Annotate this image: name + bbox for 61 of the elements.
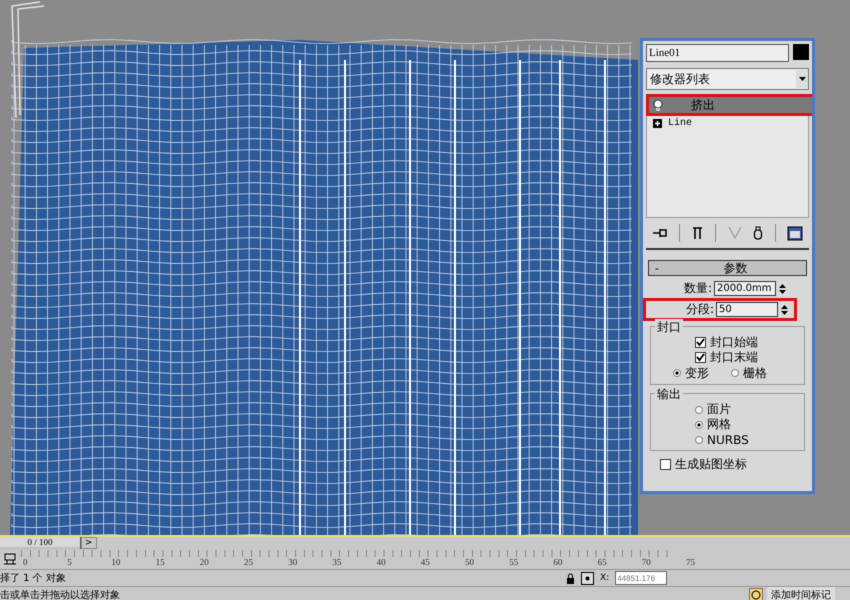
radio-label: 栅格 <box>743 364 767 382</box>
radio-button[interactable] <box>695 420 703 428</box>
parameters-rollout-header[interactable]: - 参数 <box>648 260 807 276</box>
radio-label: NURBS <box>707 432 749 446</box>
tick-label: 30 <box>288 557 298 567</box>
tick-label: 5 <box>67 557 72 567</box>
tick-label: 15 <box>156 557 165 567</box>
absolute-mode-icon[interactable] <box>581 572 594 584</box>
prompt-text: 击或单击并拖动以选择对象 <box>0 588 121 600</box>
add-time-tag-button[interactable]: 添加时间标记 <box>767 587 835 600</box>
checkbox[interactable] <box>660 459 671 470</box>
tick-label: 20 <box>200 557 209 567</box>
modifier-list-dropdown[interactable]: 修改器列表 <box>646 68 809 90</box>
amount-field[interactable]: 2000.0mm <box>714 281 776 296</box>
selection-status: 择了 1 个 对象 <box>0 572 67 585</box>
tick-label: 10 <box>111 557 120 567</box>
tick-label: 35 <box>332 557 342 567</box>
x-coordinate-label: X: <box>600 573 610 583</box>
checkbox[interactable] <box>695 337 706 348</box>
tick-label: 65 <box>598 557 607 567</box>
tick-label: 40 <box>376 557 386 567</box>
tick-label: 75 <box>686 557 695 567</box>
radio-button[interactable] <box>695 406 703 414</box>
segments-field[interactable]: 50 <box>716 302 778 317</box>
spinner-icon[interactable] <box>778 282 787 296</box>
radio-label: 网格 <box>707 416 731 433</box>
track-icon[interactable] <box>3 552 19 566</box>
bulb-icon <box>653 99 663 111</box>
tick-label: 45 <box>420 557 430 567</box>
configure-icon[interactable] <box>787 226 804 240</box>
tick-label: 0 <box>23 557 28 567</box>
tick-label: 25 <box>244 557 253 567</box>
spinner-icon[interactable] <box>780 302 789 316</box>
group-title: 输出 <box>655 386 683 403</box>
tick-label: 70 <box>642 557 651 567</box>
radio-button[interactable] <box>731 369 739 377</box>
checkbox-label: 封口末端 <box>710 349 758 366</box>
pin-icon[interactable] <box>652 226 668 240</box>
radio-label: 面片 <box>707 401 731 418</box>
stack-item[interactable]: Line <box>647 115 808 131</box>
x-coordinate-field[interactable]: 44851.176 <box>615 571 668 585</box>
collapse-toggle[interactable]: - <box>649 262 665 274</box>
radio-button[interactable] <box>695 436 703 444</box>
tick-label: 60 <box>553 557 562 567</box>
rollout-title: 参数 <box>722 260 748 276</box>
tick-label: 50 <box>465 557 474 567</box>
checkbox[interactable] <box>695 352 706 363</box>
radio-label: 变形 <box>685 364 709 382</box>
object-name-field[interactable]: Line01 <box>646 44 790 62</box>
time-tag-icon[interactable] <box>749 588 763 600</box>
radio-button[interactable] <box>673 369 681 377</box>
lock-icon[interactable] <box>566 572 575 584</box>
expand-icon <box>653 118 662 128</box>
checkbox-label: 生成贴图坐标 <box>675 456 747 473</box>
segments-label: 分段: <box>686 301 714 318</box>
stack-item[interactable]: 挤出 <box>647 95 812 115</box>
amount-label: 数量: <box>684 280 712 297</box>
tick-label: 55 <box>509 557 518 567</box>
object-color-swatch[interactable] <box>793 44 809 60</box>
next-frame-button[interactable]: > <box>81 537 97 549</box>
checkbox-label: 封口始端 <box>710 334 758 351</box>
